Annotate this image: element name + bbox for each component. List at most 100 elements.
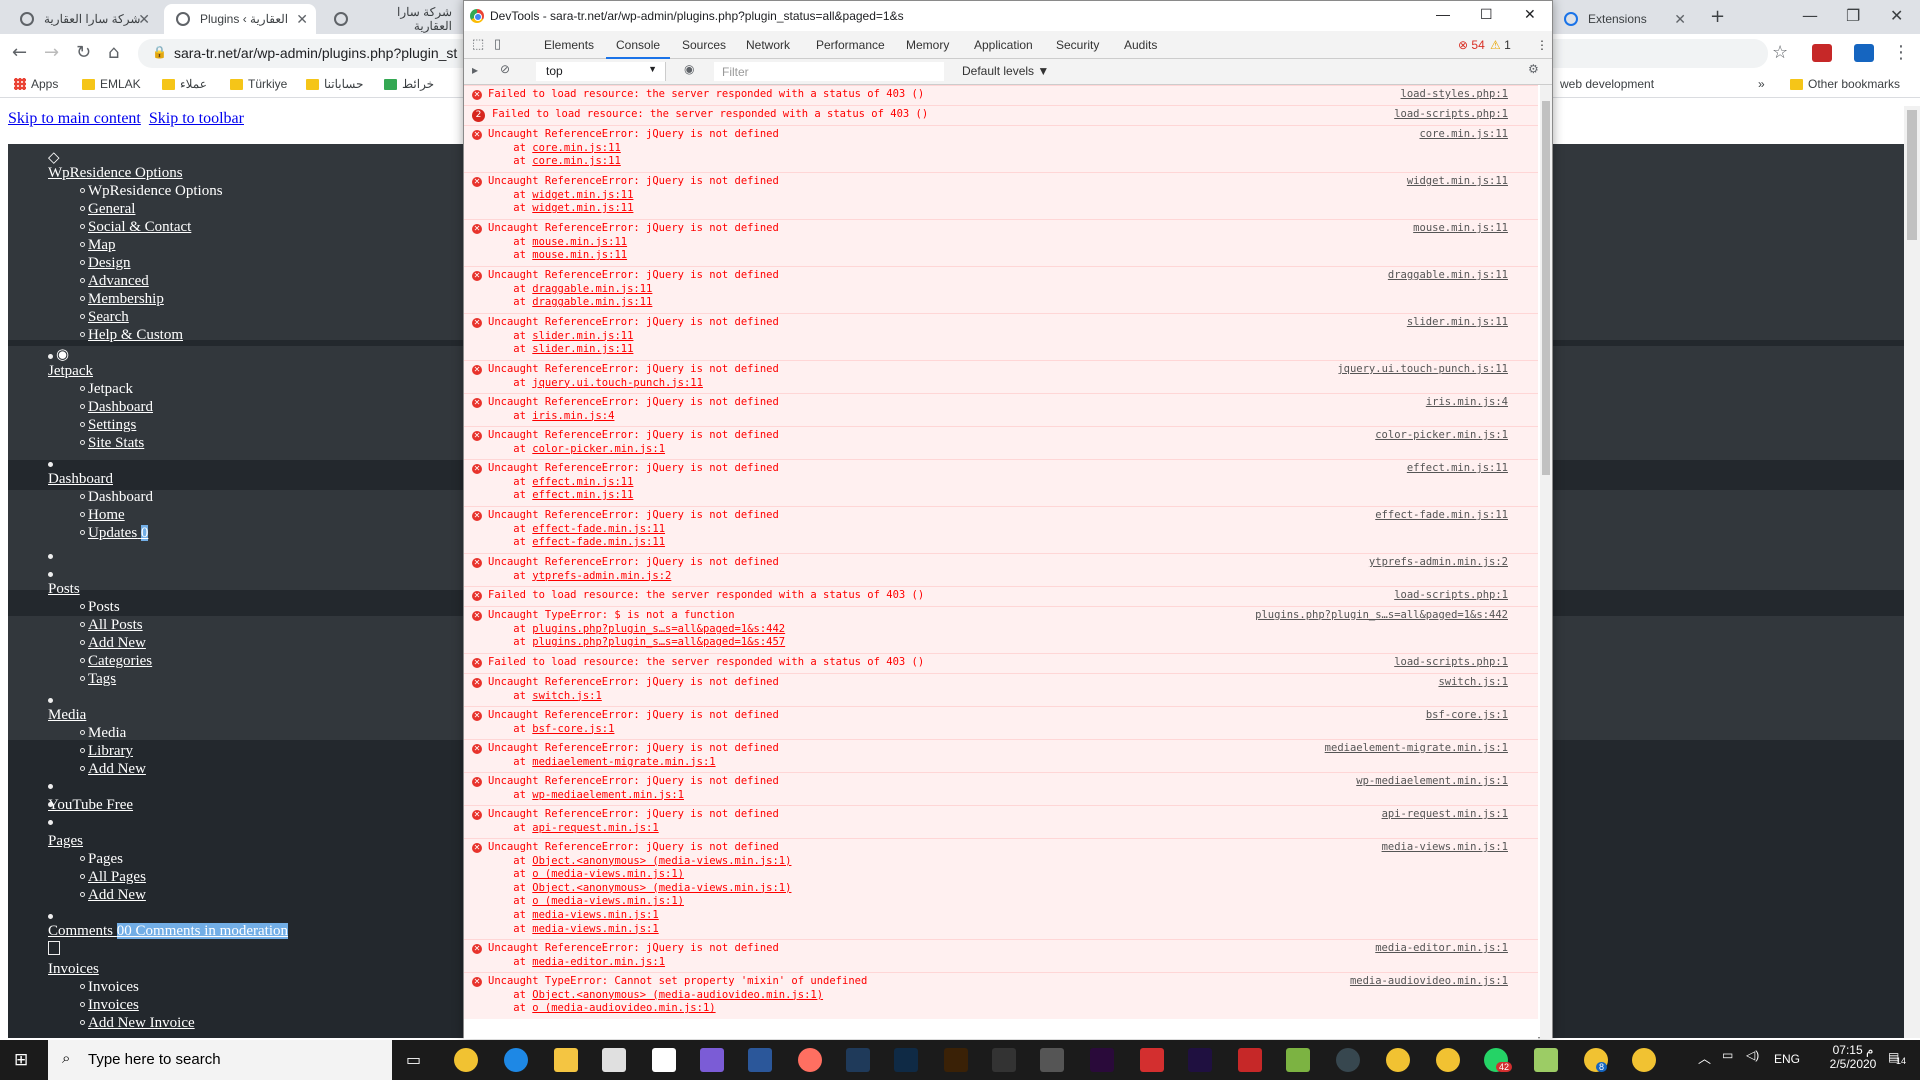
console-error-row[interactable]: ✕ Uncaught ReferenceError: jQuery is not …	[464, 706, 1538, 739]
console-error-row[interactable]: ✕ Uncaught TypeError: $ is not a function…	[464, 606, 1538, 653]
source-link[interactable]: load-scripts.php:1	[1394, 656, 1508, 670]
stack-frame-link[interactable]: mouse.min.js:11	[532, 249, 627, 261]
stack-frame-link[interactable]: plugins.php?plugin_s…s=all&paged=1&s:442	[532, 623, 785, 635]
console-error-row[interactable]: ✕ Uncaught ReferenceError: jQuery is not …	[464, 172, 1538, 219]
tab-performance[interactable]: Performance	[816, 38, 885, 52]
submenu-item[interactable]: Posts	[88, 599, 120, 616]
submenu-item[interactable]: Pages	[88, 851, 123, 868]
menu-youtube-free[interactable]: YouTube Free	[48, 797, 133, 814]
stack-frame-link[interactable]: core.min.js:11	[532, 142, 621, 154]
source-link[interactable]: load-scripts.php:1	[1394, 589, 1508, 603]
bookmark-star-icon[interactable]: ☆	[1772, 42, 1788, 63]
stack-frame-link[interactable]: ytprefs-admin.min.js:2	[532, 570, 671, 582]
stack-frame-link[interactable]: jquery.ui.touch-punch.js:11	[532, 377, 703, 389]
tab-console[interactable]: Console	[616, 38, 660, 52]
console-error-row[interactable]: ✕ Uncaught ReferenceError: jQuery is not …	[464, 739, 1538, 772]
submenu-item[interactable]: WpResidence Options	[88, 183, 223, 200]
calendar-icon[interactable]	[992, 1048, 1016, 1072]
maximize-icon[interactable]: ☐	[1480, 6, 1493, 23]
console-error-row[interactable]: ✕ Uncaught ReferenceError: jQuery is not …	[464, 266, 1538, 313]
stack-frame[interactable]: at slider.min.js:11	[488, 343, 633, 357]
submenu-item[interactable]: Settings	[88, 417, 136, 434]
stack-frame-link[interactable]: plugins.php?plugin_s…s=all&paged=1&s:457	[532, 636, 785, 648]
visual-studio-icon[interactable]	[700, 1048, 724, 1072]
stack-frame-link[interactable]: iris.min.js:4	[532, 410, 614, 422]
extension-icon[interactable]	[1854, 44, 1874, 62]
source-link[interactable]: media-editor.min.js:1	[1375, 942, 1508, 956]
stack-frame[interactable]: at color-picker.min.js:1	[488, 443, 665, 457]
bookmark-clients[interactable]: عملاء	[162, 77, 207, 91]
console-error-row[interactable]: ✕ Failed to load resource: the server res…	[464, 586, 1538, 606]
source-link[interactable]: mediaelement-migrate.min.js:1	[1325, 742, 1508, 756]
browser-tab-2[interactable]: Plugins ‹ العقارية ✕	[164, 4, 316, 34]
chrome-icon[interactable]	[1436, 1048, 1460, 1072]
stack-frame-link[interactable]: bsf-core.js:1	[532, 723, 614, 735]
submenu-item[interactable]: Design	[88, 255, 131, 272]
page-scrollbar[interactable]	[1904, 106, 1920, 1038]
lightroom-icon[interactable]	[846, 1048, 870, 1072]
tab-sources[interactable]: Sources	[682, 38, 726, 52]
stack-frame[interactable]: at ytprefs-admin.min.js:2	[488, 570, 671, 584]
stack-frame[interactable]: at Object.<anonymous> (media-audiovideo.…	[488, 989, 823, 1003]
submenu-item[interactable]: Add New	[88, 887, 146, 904]
stack-frame[interactable]: at media-editor.min.js:1	[488, 956, 665, 970]
store-icon[interactable]	[652, 1048, 676, 1072]
submenu-item[interactable]: Library	[88, 743, 133, 760]
tab-memory[interactable]: Memory	[906, 38, 949, 52]
submenu-item[interactable]: Help & Custom	[88, 327, 183, 344]
stack-frame[interactable]: at Object.<anonymous> (media-views.min.j…	[488, 855, 791, 869]
stack-frame[interactable]: at api-request.min.js:1	[488, 822, 658, 836]
browser-tab-1[interactable]: شركة سارا العقارية ✕	[8, 4, 158, 34]
notes-icon[interactable]	[1534, 1048, 1558, 1072]
bookmark-maps[interactable]: خرائط	[384, 77, 434, 91]
source-link[interactable]: load-scripts.php:1	[1394, 108, 1508, 122]
console-scrollbar[interactable]	[1540, 85, 1552, 1039]
stack-frame[interactable]: at effect-fade.min.js:11	[488, 536, 665, 550]
source-link[interactable]: plugins.php?plugin_s…s=all&paged=1&s:442	[1255, 609, 1508, 623]
bookmark-emlak[interactable]: EMLAK	[82, 77, 141, 91]
stack-frame[interactable]: at effect-fade.min.js:11	[488, 523, 665, 537]
new-tab-button[interactable]: +	[1710, 6, 1725, 27]
stack-frame-link[interactable]: effect.min.js:11	[532, 489, 633, 501]
menu-wpresidence[interactable]: WpResidence Options	[48, 165, 183, 182]
console-error-row[interactable]: ✕ Uncaught ReferenceError: jQuery is not …	[464, 393, 1538, 426]
app-icon[interactable]	[1286, 1048, 1310, 1072]
stack-frame-link[interactable]: mouse.min.js:11	[532, 236, 627, 248]
stack-frame[interactable]: at o (media-views.min.js:1)	[488, 868, 684, 882]
stack-frame-link[interactable]: media-views.min.js:1	[532, 909, 658, 921]
submenu-item[interactable]: Categories	[88, 653, 152, 670]
source-link[interactable]: draggable.min.js:11	[1388, 269, 1508, 283]
stack-frame-link[interactable]: api-request.min.js:1	[532, 822, 658, 834]
warning-count[interactable]: ⚠ 1	[1490, 38, 1511, 52]
stack-frame-link[interactable]: widget.min.js:11	[532, 189, 633, 201]
close-window-icon[interactable]: ✕	[1524, 6, 1536, 23]
source-link[interactable]: wp-mediaelement.min.js:1	[1356, 775, 1508, 789]
console-error-row[interactable]: ✕ Failed to load resource: the server res…	[464, 653, 1538, 673]
stack-frame-link[interactable]: wp-mediaelement.min.js:1	[532, 789, 684, 801]
download-manager-icon[interactable]	[1238, 1048, 1262, 1072]
source-link[interactable]: load-styles.php:1	[1401, 88, 1508, 102]
menu-invoices[interactable]: Invoices	[48, 961, 99, 978]
eye-icon[interactable]: ◉	[684, 62, 694, 76]
stack-frame[interactable]: at o (media-audiovideo.min.js:1)	[488, 1002, 715, 1016]
stack-frame[interactable]: at mouse.min.js:11	[488, 249, 627, 263]
menu-dashboard[interactable]: Dashboard	[48, 471, 113, 488]
submenu-item[interactable]: Home	[88, 507, 125, 524]
stack-frame-link[interactable]: Object.<anonymous> (media-views.min.js:1…	[532, 882, 791, 894]
tray-overflow-icon[interactable]: ︿	[1698, 1048, 1711, 1067]
clock[interactable]: 07:15 م 2/5/2020	[1822, 1043, 1884, 1071]
stack-frame-link[interactable]: core.min.js:11	[532, 155, 621, 167]
submenu-item[interactable]: Add New Invoice	[88, 1015, 195, 1032]
stack-frame-link[interactable]: draggable.min.js:11	[532, 283, 652, 295]
source-link[interactable]: api-request.min.js:1	[1382, 808, 1508, 822]
scrollbar-thumb[interactable]	[1907, 110, 1917, 240]
submenu-item[interactable]: Tags	[88, 671, 116, 688]
premiere-icon[interactable]	[1090, 1048, 1114, 1072]
source-link[interactable]: switch.js:1	[1438, 676, 1508, 690]
menu-dots-icon[interactable]: ⋮	[1892, 42, 1910, 63]
stack-frame-link[interactable]: o (media-audiovideo.min.js:1)	[532, 1002, 715, 1014]
bookmark-apps[interactable]: Apps	[14, 77, 58, 91]
tab-audits[interactable]: Audits	[1124, 38, 1157, 52]
source-link[interactable]: color-picker.min.js:1	[1375, 429, 1508, 443]
after-effects-icon[interactable]	[1188, 1048, 1212, 1072]
